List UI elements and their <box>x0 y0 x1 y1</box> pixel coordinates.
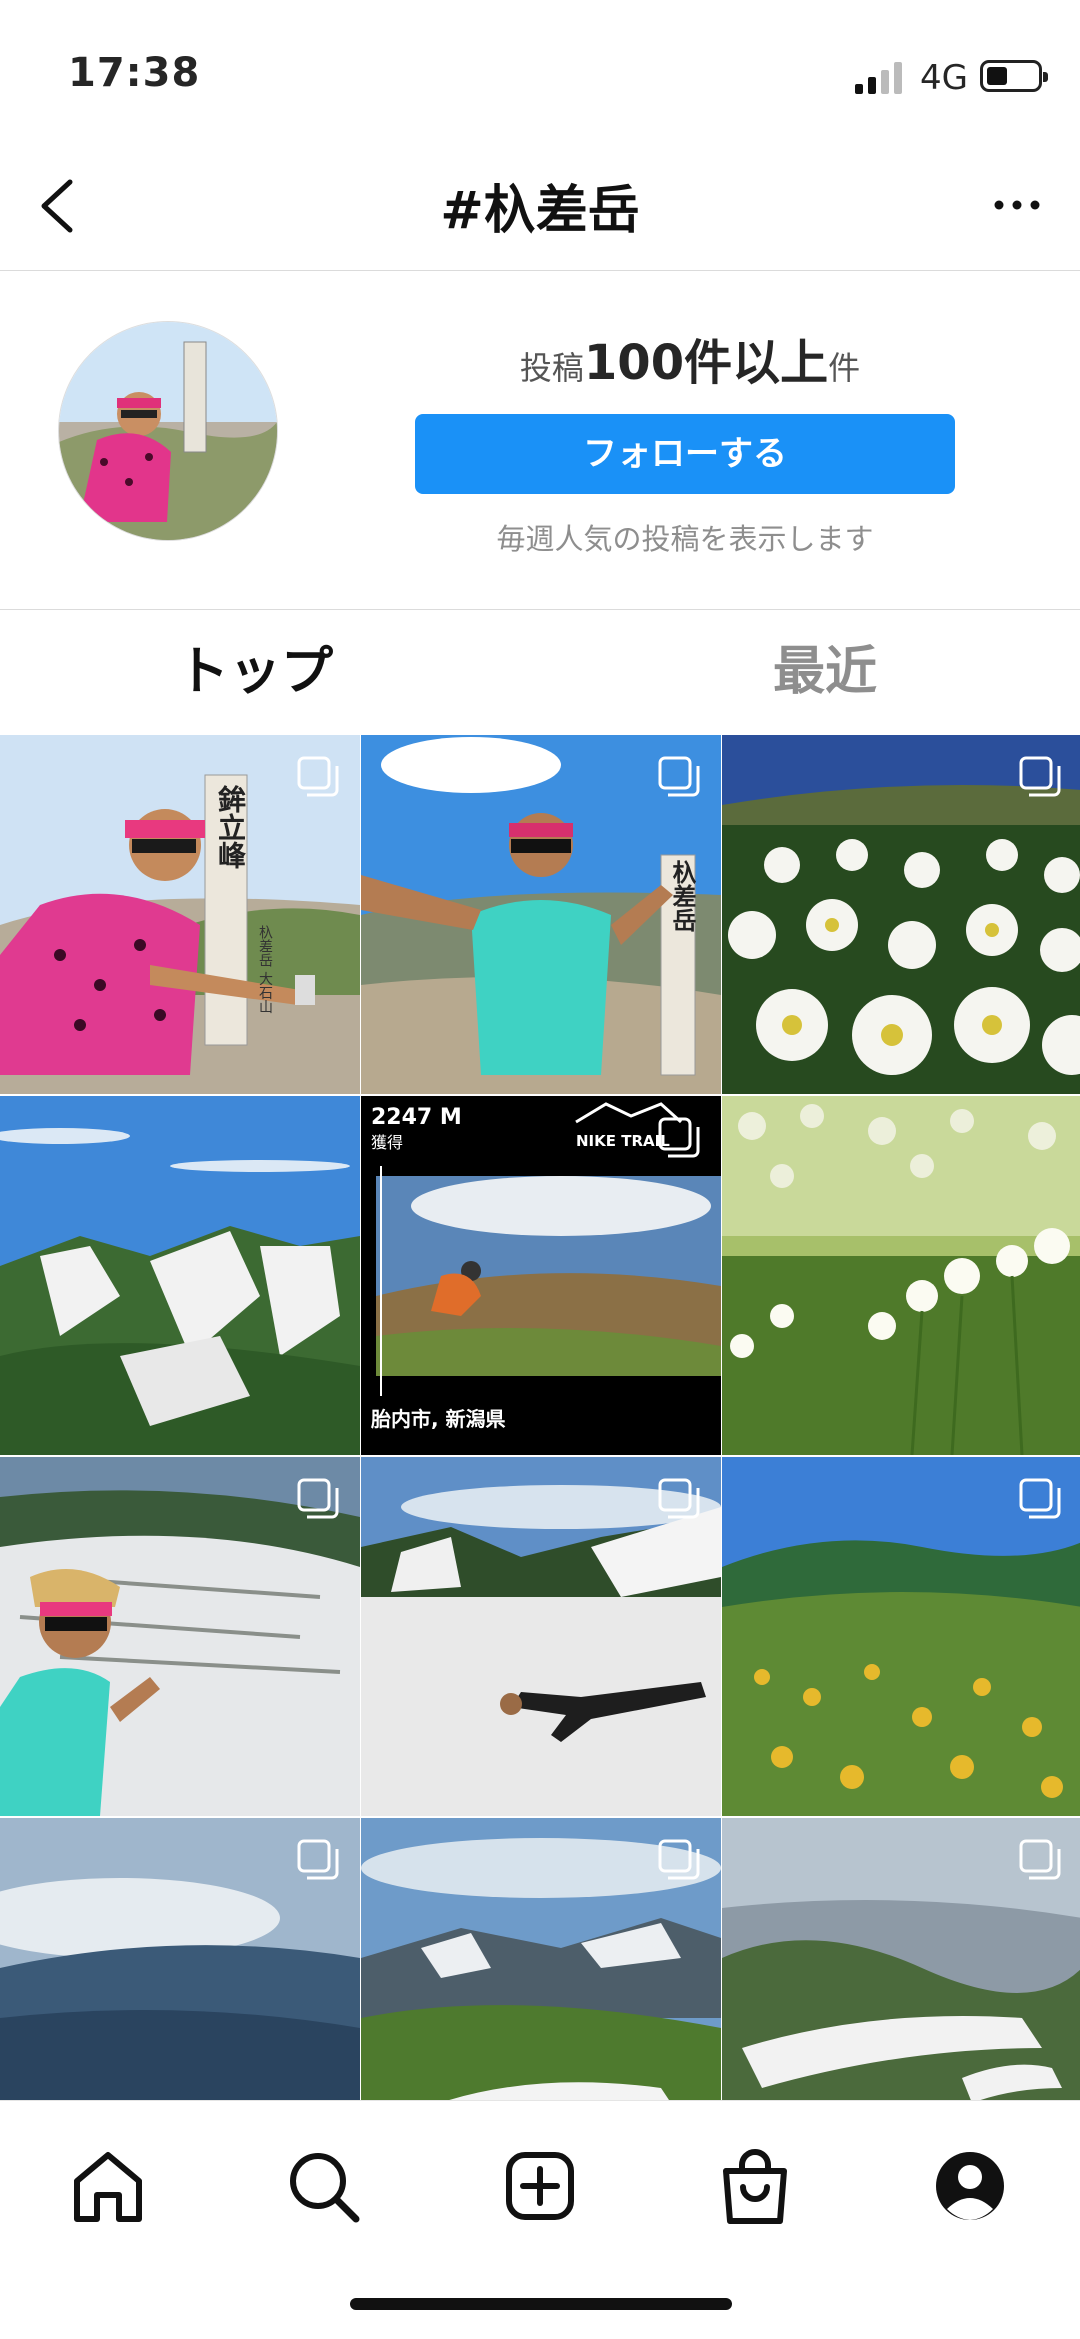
status-bar: 17:38 4G <box>0 0 1080 140</box>
follow-button[interactable]: フォローする <box>415 414 955 494</box>
multiple-photos-icon <box>1019 1478 1061 1519</box>
home-icon[interactable] <box>63 2141 153 2231</box>
grid-post[interactable] <box>0 1818 360 2100</box>
profile-icon[interactable] <box>925 2141 1015 2231</box>
post-grid: 2247 M 獲得 NIKE TRAIL 胎内市, 新潟県 鉾立峰 杁差岳 大石… <box>0 735 1080 2100</box>
multiple-photos-icon <box>297 1478 339 1519</box>
post-count: 投稿100件以上件 <box>400 323 980 393</box>
battery-icon <box>980 60 1048 92</box>
multiple-photos-icon <box>658 1839 700 1880</box>
multiple-photos-icon <box>658 1478 700 1519</box>
search-icon[interactable] <box>278 2141 368 2231</box>
grid-post[interactable] <box>722 1096 1080 1455</box>
more-options-icon[interactable] <box>982 180 1052 230</box>
grid-post[interactable] <box>361 1818 721 2100</box>
grid-post[interactable] <box>0 1096 360 1455</box>
tab-recent[interactable]: 最近 <box>570 610 1080 735</box>
hashtag-avatar <box>58 321 278 541</box>
page-title: #杁差岳 <box>440 181 640 241</box>
multiple-photos-icon <box>297 1839 339 1880</box>
weekly-hint: 毎週人気の投稿を表示します <box>496 522 874 556</box>
multiple-photos-icon <box>1019 1839 1061 1880</box>
nike-location: 胎内市, 新潟県 <box>370 1407 506 1431</box>
grid-post[interactable] <box>361 1457 721 1816</box>
grid-post[interactable] <box>722 735 1080 1094</box>
grid-post[interactable] <box>722 1818 1080 2100</box>
sign-text-1-sub: 杁差岳 大石山 <box>257 925 273 1014</box>
cellular-signal-icon <box>855 62 902 94</box>
sign-text-1: 鉾立峰 <box>214 785 247 869</box>
post-count-label: 投稿 <box>519 349 584 387</box>
grid-post[interactable] <box>0 735 360 1094</box>
home-indicator[interactable] <box>350 2298 732 2310</box>
grid-post[interactable]: 2247 M 獲得 NIKE TRAIL 胎内市, 新潟県 <box>361 1096 721 1455</box>
status-time: 17:38 <box>68 50 201 96</box>
shop-icon[interactable] <box>710 2141 800 2231</box>
sign-text-2: 杁差岳 <box>668 860 696 932</box>
nike-gain-label: 獲得 <box>371 1133 403 1152</box>
new-post-icon[interactable] <box>495 2141 585 2231</box>
grid-post[interactable] <box>0 1457 360 1816</box>
tab-top[interactable]: トップ <box>0 610 510 735</box>
nike-distance: 2247 M <box>371 1105 462 1130</box>
grid-post[interactable] <box>722 1457 1080 1816</box>
feed-tabs: トップ 最近 <box>0 610 1080 735</box>
multiple-photos-icon <box>658 756 700 797</box>
hashtag-info: 投稿100件以上件 フォローする 毎週人気の投稿を表示します <box>0 271 1080 610</box>
top-bar: #杁差岳 <box>0 140 1080 271</box>
multiple-photos-icon <box>658 1117 700 1158</box>
post-count-value: 100件以上 <box>583 335 829 391</box>
multiple-photos-icon <box>297 756 339 797</box>
post-count-suffix: 件 <box>828 349 861 387</box>
network-type: 4G <box>920 58 968 98</box>
multiple-photos-icon <box>1019 756 1061 797</box>
